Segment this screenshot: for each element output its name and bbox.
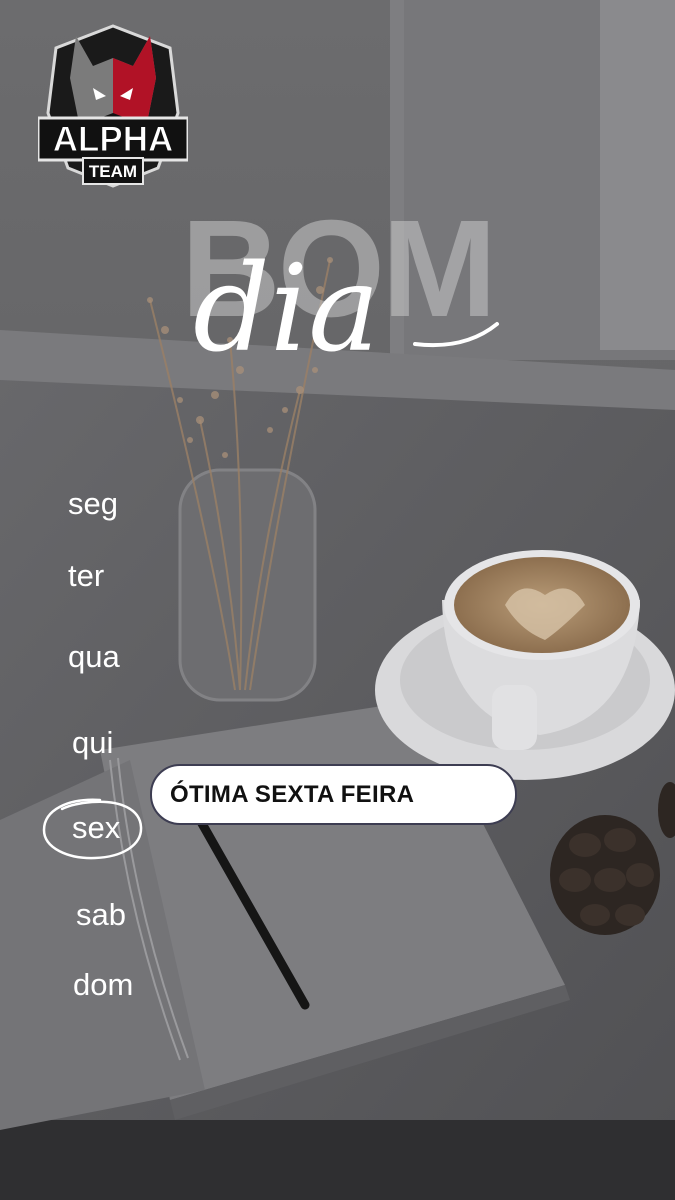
message-text: ÓTIMA SEXTA FEIRA [170, 780, 415, 808]
logo-text-team: TEAM [89, 162, 137, 181]
weekday-ter: ter [68, 558, 105, 593]
headline-dia-text: dia [193, 240, 380, 372]
message-bubble: ÓTIMA SEXTA FEIRA [150, 764, 517, 825]
weekday-qui: qui [72, 725, 114, 760]
weekday-seg: seg [68, 486, 118, 521]
weekday-sab: sab [76, 897, 126, 932]
logo-text-alpha: ALPHA [53, 120, 174, 159]
alpha-team-logo: ALPHA TEAM [36, 18, 190, 193]
weekday-qua: qua [68, 639, 120, 674]
headline-dia: dia [193, 240, 499, 372]
selected-day-circle [42, 798, 143, 860]
weekday-dom: dom [73, 967, 134, 1002]
